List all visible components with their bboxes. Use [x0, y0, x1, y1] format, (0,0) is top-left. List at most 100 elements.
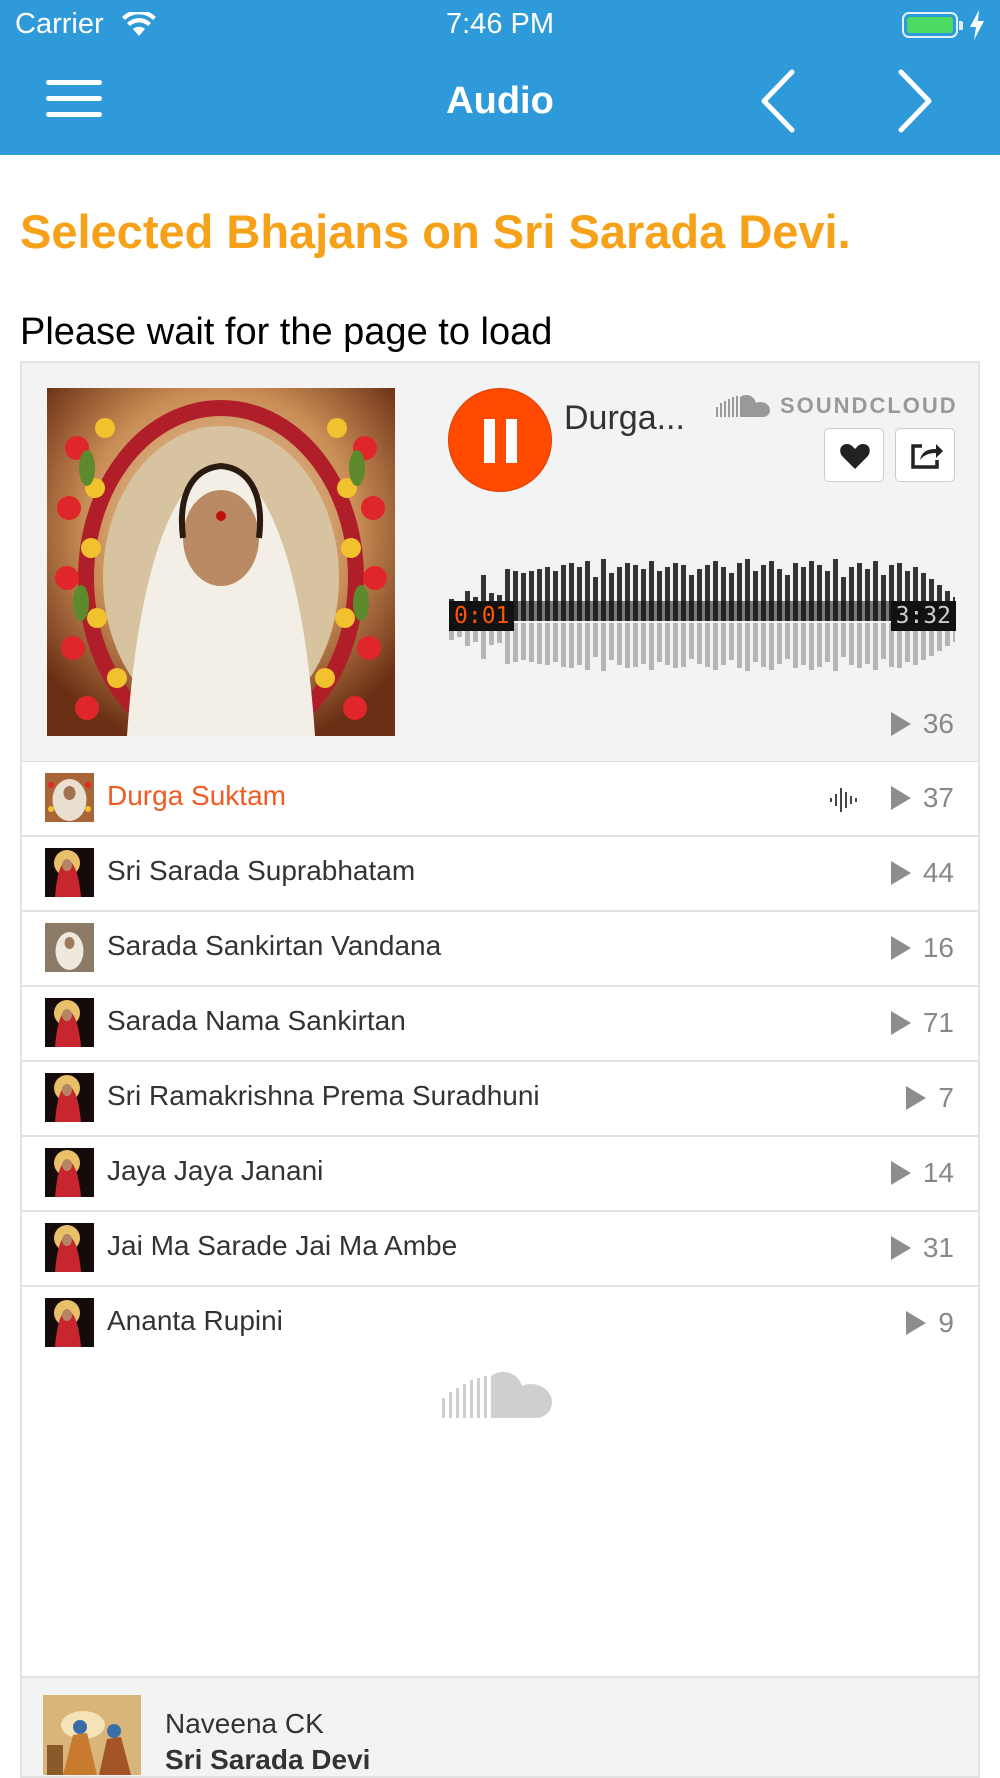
play-count-icon [890, 712, 911, 736]
play-count-value: 37 [922, 782, 954, 813]
play-count: 36 [890, 708, 954, 740]
player-panel: Durga... SOUNDCLOUD 0:01 3:32 36 [22, 363, 978, 762]
like-button[interactable] [824, 428, 884, 482]
list-item-track-5[interactable]: Sri Ramakrishna Prema Suradhuni 7 [22, 1062, 978, 1137]
waveform-reflection-bar [849, 623, 854, 665]
waveform-reflection-bar [649, 623, 654, 670]
pause-button[interactable] [448, 388, 552, 492]
list-item-track-8[interactable]: Ananta Rupini 9 [22, 1287, 978, 1362]
play-count-icon [890, 1236, 911, 1260]
soundcloud-widget: Durga... SOUNDCLOUD 0:01 3:32 36 Durga S… [20, 361, 980, 1778]
play-count-icon [890, 786, 911, 810]
play-count-value: 16 [922, 932, 954, 963]
waveform-reflection-bar [785, 623, 790, 659]
play-count-icon [890, 936, 911, 960]
waveform-reflection-bar [865, 623, 870, 664]
track-list: Durga Suktam 37 Sri Sarada Suprabhatam 4… [22, 762, 978, 1362]
waveform-reflection-bar [793, 623, 798, 668]
track-title: Sri Ramakrishna Prema Suradhuni [107, 1080, 540, 1111]
waveform-reflection-bar [745, 623, 750, 671]
waveform-reflection-bar [545, 623, 550, 665]
waveform-reflection-bar [713, 623, 718, 670]
track-thumbnail [45, 1073, 94, 1122]
chevron-right-icon[interactable] [895, 68, 935, 134]
track-title: Sri Sarada Suprabhatam [107, 855, 416, 886]
heart-icon [840, 444, 870, 469]
play-count-value: 31 [922, 1232, 954, 1263]
track-thumbnail [45, 998, 94, 1047]
waveform-reflection-bar [809, 623, 814, 670]
soundcloud-cloud-icon [716, 395, 770, 417]
nav-title: Audio [446, 80, 554, 122]
list-item-track-7[interactable]: Jai Ma Sarade Jai Ma Ambe 31 [22, 1212, 978, 1287]
play-count-value: 36 [922, 708, 954, 739]
track-title: Sarada Nama Sankirtan [107, 1005, 406, 1036]
track-play-count: 31 [890, 1232, 954, 1264]
waveform-scrubber[interactable] [449, 533, 955, 673]
track-thumbnail [45, 923, 94, 972]
waveform-reflection-bar [721, 623, 726, 665]
waveform-reflection-bar [833, 623, 838, 671]
waveform-reflection-bar [529, 623, 534, 662]
total-time: 3:32 [890, 601, 956, 631]
status-bar: Carrier 7:46 PM [0, 0, 1000, 50]
waveform-reflection-bar [553, 623, 558, 662]
list-item-track-3[interactable]: Sarada Sankirtan Vandana 16 [22, 912, 978, 987]
track-title: Sarada Sankirtan Vandana [107, 930, 442, 961]
waveform-reflection-bar [881, 623, 886, 659]
track-play-count: 37 [890, 782, 954, 814]
track-play-count: 16 [890, 932, 954, 964]
footer-username[interactable]: Naveena CK [165, 1708, 324, 1740]
status-time: 7:46 PM [446, 8, 554, 40]
waveform-reflection-bar [689, 623, 694, 659]
waveform-reflection-bar [537, 623, 542, 664]
play-count-value: 44 [922, 857, 954, 888]
waveform-reflection-bar [569, 623, 574, 668]
waveform-reflection-bar [769, 623, 774, 670]
track-thumbnail [45, 848, 94, 897]
now-playing-waveform-icon [830, 788, 857, 812]
list-item-track-4[interactable]: Sarada Nama Sankirtan 71 [22, 987, 978, 1062]
track-play-count: 7 [906, 1082, 954, 1114]
waveform-reflection-bar [761, 623, 766, 667]
waveform-reflection-bar [609, 623, 614, 660]
soundcloud-logo[interactable]: SOUNDCLOUD [716, 393, 958, 419]
waveform-reflection-bar [681, 623, 686, 667]
user-avatar[interactable] [43, 1695, 141, 1775]
charging-bolt-icon [970, 10, 984, 40]
waveform-reflection-bar [873, 623, 878, 670]
waveform-reflection-bar [521, 623, 526, 660]
waveform-reflection-bar [665, 623, 670, 665]
track-play-count: 71 [890, 1007, 954, 1039]
chevron-left-icon[interactable] [758, 68, 798, 134]
list-item-track-1[interactable]: Durga Suktam 37 [22, 762, 978, 837]
share-button[interactable] [895, 428, 955, 482]
track-thumbnail [45, 773, 94, 822]
list-item-track-6[interactable]: Jaya Jaya Janani 14 [22, 1137, 978, 1212]
footer-playlist-title[interactable]: Sri Sarada Devi [165, 1744, 370, 1776]
waveform-reflection-bar [657, 623, 662, 662]
current-time: 0:01 [449, 601, 515, 631]
waveform-reflection-bar [697, 623, 702, 664]
list-item-track-2[interactable]: Sri Sarada Suprabhatam 44 [22, 837, 978, 912]
track-title: Durga Suktam [107, 780, 286, 811]
play-count-icon [890, 861, 911, 885]
playlist-footer[interactable]: Naveena CK Sri Sarada Devi [22, 1676, 978, 1776]
waveform-reflection-bar [633, 623, 638, 667]
play-count-value: 7 [938, 1082, 954, 1113]
waveform-reflection-bar [737, 623, 742, 668]
waveform-reflection-bar [857, 623, 862, 668]
waveform-time-band [449, 601, 955, 621]
waveform-reflection-bar [617, 623, 622, 665]
waveform-reflection-bar [641, 623, 646, 664]
waveform-reflection-bar [729, 623, 734, 660]
soundcloud-loading-icon [442, 1371, 552, 1418]
waveform-reflection-bar [625, 623, 630, 668]
track-play-count: 9 [906, 1307, 954, 1339]
track-thumbnail [45, 1223, 94, 1272]
waveform-reflection-bar [673, 623, 678, 668]
play-count-icon [890, 1161, 911, 1185]
waveform-reflection-bar [585, 623, 590, 670]
track-title: Jaya Jaya Janani [107, 1155, 324, 1186]
now-playing-title: Durga... [564, 399, 685, 437]
